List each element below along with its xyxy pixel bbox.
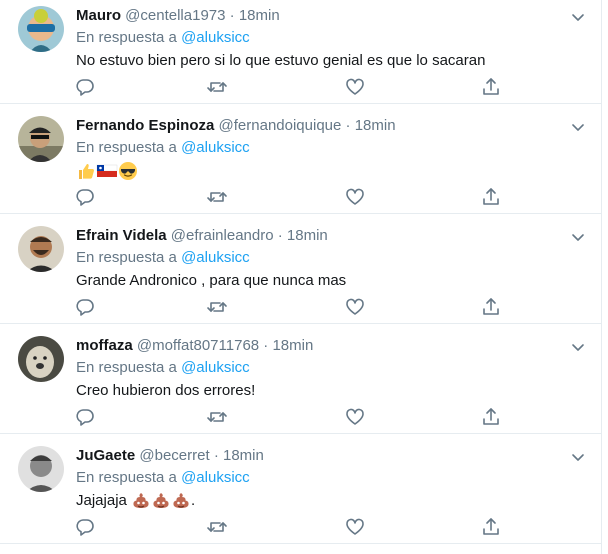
reply-prefix: En respuesta a (76, 139, 177, 156)
like-icon[interactable] (344, 186, 366, 208)
author-name[interactable]: JuGaete (76, 447, 135, 464)
tweet-text-content: Jajajaja (76, 492, 127, 509)
reply-context: En respuesta a @aluksicc (76, 358, 561, 378)
tweet-text (76, 160, 561, 182)
tweet-actions (74, 406, 504, 428)
author-handle[interactable]: @moffat80711768 (137, 337, 259, 354)
reply-context: En respuesta a @aluksicc (76, 468, 561, 488)
reply-icon[interactable] (74, 516, 96, 538)
sunglasses-face-icon (119, 162, 137, 181)
retweet-icon[interactable] (206, 296, 228, 318)
share-icon[interactable] (480, 76, 502, 98)
separator-dot: · (277, 227, 283, 244)
tweet[interactable]: JuGaete @becerret · 18min En respuesta a… (0, 434, 601, 544)
reply-timeline: Mauro @centella1973 · 18min En respuesta… (0, 0, 602, 554)
tweet-actions (74, 76, 504, 98)
author-handle[interactable]: @fernandoiquique (219, 117, 342, 134)
tweet-text: Jajajaja . (76, 490, 561, 512)
tweet[interactable]: Efrain Videla @efrainleandro · 18min En … (0, 214, 601, 324)
retweet-icon[interactable] (206, 516, 228, 538)
tweet[interactable]: Mauro @centella1973 · 18min En respuesta… (0, 0, 601, 104)
timestamp[interactable]: 18min (287, 227, 328, 244)
chevron-down-icon[interactable] (569, 118, 587, 136)
share-icon[interactable] (480, 516, 502, 538)
author-handle[interactable]: @becerret (139, 447, 209, 464)
chevron-down-icon[interactable] (569, 338, 587, 356)
timestamp[interactable]: 18min (272, 337, 313, 354)
reply-to-link[interactable]: @aluksicc (181, 249, 250, 266)
pile-of-poo-icon (153, 493, 169, 509)
tweet-actions (74, 516, 504, 538)
avatar[interactable] (18, 336, 64, 382)
reply-icon[interactable] (74, 186, 96, 208)
pile-of-poo-icon (173, 493, 189, 509)
tweet[interactable]: Fernando Espinoza @fernandoiquique · 18m… (0, 104, 601, 214)
flag-chile-icon (96, 164, 118, 178)
reply-prefix: En respuesta a (76, 249, 177, 266)
reply-to-link[interactable]: @aluksicc (181, 359, 250, 376)
thumbs-up-icon (79, 164, 94, 180)
retweet-icon[interactable] (206, 406, 228, 428)
avatar[interactable] (18, 446, 64, 492)
reply-to-link[interactable]: @aluksicc (181, 29, 250, 46)
reply-prefix: En respuesta a (76, 29, 177, 46)
tweet[interactable]: moffaza @moffat80711768 · 18min En respu… (0, 324, 601, 434)
retweet-icon[interactable] (206, 76, 228, 98)
tweet-text: No estuvo bien pero si lo que estuvo gen… (76, 52, 486, 69)
pile-of-poo-icon (133, 493, 149, 509)
like-icon[interactable] (344, 76, 366, 98)
tweet-text: Creo hubieron dos errores! (76, 382, 256, 399)
reply-icon[interactable] (74, 296, 96, 318)
avatar[interactable] (18, 116, 64, 162)
chevron-down-icon[interactable] (569, 228, 587, 246)
chevron-down-icon[interactable] (569, 8, 587, 26)
reply-context: En respuesta a @aluksicc (76, 138, 561, 158)
chevron-down-icon[interactable] (569, 448, 587, 466)
share-icon[interactable] (480, 406, 502, 428)
separator-dot: · (229, 7, 235, 24)
reply-to-link[interactable]: @aluksicc (181, 469, 250, 486)
reply-icon[interactable] (74, 76, 96, 98)
reply-prefix: En respuesta a (76, 359, 177, 376)
timestamp[interactable]: 18min (355, 117, 396, 134)
author-name[interactable]: Fernando Espinoza (76, 117, 214, 134)
separator-dot: · (263, 337, 269, 354)
retweet-icon[interactable] (206, 186, 228, 208)
avatar[interactable] (18, 6, 64, 52)
reply-to-link[interactable]: @aluksicc (181, 139, 250, 156)
timestamp[interactable]: 18min (223, 447, 264, 464)
reply-context: En respuesta a @aluksicc (76, 248, 561, 268)
separator-dot: · (213, 447, 219, 464)
share-icon[interactable] (480, 186, 502, 208)
tweet-text: Grande Andronico , para que nunca mas (76, 272, 347, 289)
reply-context: En respuesta a @aluksicc (76, 28, 561, 48)
avatar[interactable] (18, 226, 64, 272)
tweet-text-suffix: . (191, 492, 196, 509)
tweet-actions (74, 186, 504, 208)
like-icon[interactable] (344, 406, 366, 428)
author-handle[interactable]: @efrainleandro (171, 227, 274, 244)
like-icon[interactable] (344, 296, 366, 318)
share-icon[interactable] (480, 296, 502, 318)
author-name[interactable]: moffaza (76, 337, 133, 354)
like-icon[interactable] (344, 516, 366, 538)
reply-prefix: En respuesta a (76, 469, 177, 486)
separator-dot: · (345, 117, 351, 134)
author-name[interactable]: Mauro (76, 7, 121, 24)
tweet-actions (74, 296, 504, 318)
timestamp[interactable]: 18min (239, 7, 280, 24)
reply-icon[interactable] (74, 406, 96, 428)
author-name[interactable]: Efrain Videla (76, 227, 167, 244)
author-handle[interactable]: @centella1973 (125, 7, 225, 24)
